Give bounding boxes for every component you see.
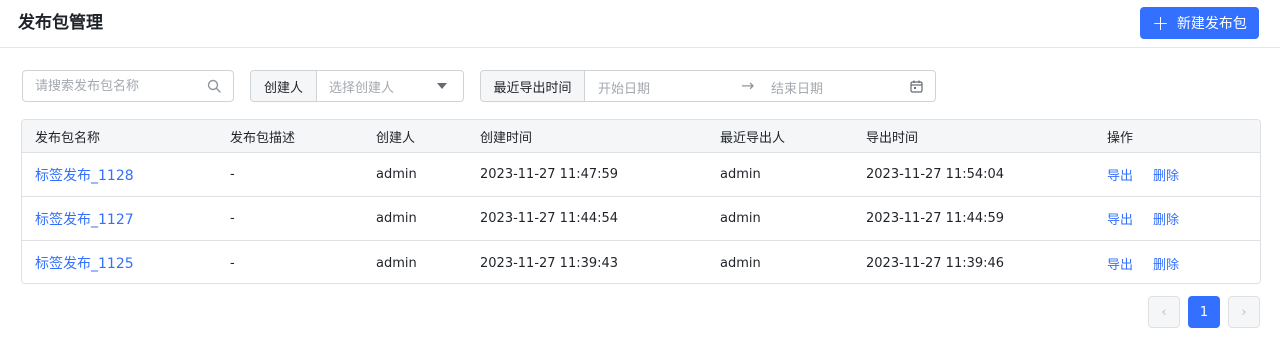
delete-action[interactable]: 删除 — [1153, 254, 1179, 273]
column-header-exported: 导出时间 — [866, 130, 919, 146]
package-name-link[interactable]: 标签发布_1127 — [35, 209, 134, 229]
date-range-picker[interactable]: 开始日期 → 结束日期 — [585, 71, 935, 101]
package-exporter: admin — [720, 211, 761, 226]
package-created-time: 2023-11-27 11:44:54 — [480, 211, 619, 226]
creator-select-placeholder: 选择创建人 — [329, 80, 395, 96]
column-header-desc: 发布包描述 — [230, 130, 296, 146]
arrow-right-icon: → — [741, 76, 755, 95]
create-package-button[interactable]: + 新建发布包 — [1140, 7, 1259, 39]
delete-action[interactable]: 删除 — [1153, 165, 1179, 184]
calendar-icon — [910, 80, 923, 93]
package-exported-time: 2023-11-27 11:39:46 — [866, 255, 1005, 271]
column-header-created: 创建时间 — [480, 130, 533, 146]
start-date-input[interactable]: 开始日期 — [598, 78, 650, 97]
package-name-link[interactable]: 标签发布_1125 — [35, 253, 134, 273]
search-input[interactable] — [23, 71, 203, 101]
table-row: 标签发布_1127 - admin 2023-11-27 11:44:54 ad… — [22, 197, 1260, 241]
column-header-actions: 操作 — [1107, 130, 1134, 146]
page-header: 发布包管理 + 新建发布包 — [0, 0, 1280, 48]
package-desc: - — [230, 255, 235, 271]
export-date-filter: 最近导出时间 开始日期 → 结束日期 — [480, 70, 936, 102]
column-header-name: 发布包名称 — [35, 130, 101, 146]
creator-filter: 创建人 选择创建人 — [250, 70, 464, 102]
export-action[interactable]: 导出 — [1107, 209, 1133, 228]
creator-filter-label: 创建人 — [251, 71, 317, 101]
package-created-time: 2023-11-27 11:47:59 — [480, 167, 619, 182]
package-exported-time: 2023-11-27 11:54:04 — [866, 167, 1005, 182]
package-creator: admin — [376, 167, 417, 182]
package-desc: - — [230, 211, 235, 226]
package-exporter: admin — [720, 255, 761, 271]
prev-page-button[interactable]: ‹ — [1148, 296, 1180, 328]
end-date-input[interactable]: 结束日期 — [771, 78, 823, 97]
plus-icon: + — [1152, 11, 1169, 35]
package-desc: - — [230, 167, 235, 182]
package-exporter: admin — [720, 167, 761, 182]
export-action[interactable]: 导出 — [1107, 254, 1133, 273]
table-row: 标签发布_1128 - admin 2023-11-27 11:47:59 ad… — [22, 153, 1260, 197]
package-exported-time: 2023-11-27 11:44:59 — [866, 211, 1005, 226]
package-table: 发布包名称 发布包描述 创建人 创建时间 最近导出人 导出时间 操作 标签发布_… — [21, 119, 1261, 284]
create-button-label: 新建发布包 — [1176, 16, 1247, 32]
caret-down-icon — [437, 83, 447, 89]
next-page-button[interactable]: › — [1228, 296, 1260, 328]
column-header-exporter: 最近导出人 — [720, 130, 786, 146]
date-filter-label: 最近导出时间 — [481, 71, 585, 101]
creator-select[interactable]: 选择创建人 — [317, 71, 463, 101]
package-creator: admin — [376, 255, 417, 271]
page-title: 发布包管理 — [18, 13, 103, 33]
page-1-button[interactable]: 1 — [1188, 296, 1220, 328]
table-row: 标签发布_1125 - admin 2023-11-27 11:39:43 ad… — [22, 241, 1260, 283]
delete-action[interactable]: 删除 — [1153, 209, 1179, 228]
export-action[interactable]: 导出 — [1107, 165, 1133, 184]
package-name-link[interactable]: 标签发布_1128 — [35, 165, 134, 185]
table-header: 发布包名称 发布包描述 创建人 创建时间 最近导出人 导出时间 操作 — [22, 120, 1260, 153]
search-box — [22, 70, 234, 102]
package-creator: admin — [376, 211, 417, 226]
package-created-time: 2023-11-27 11:39:43 — [480, 255, 619, 271]
search-icon[interactable] — [207, 79, 221, 93]
column-header-creator: 创建人 — [376, 130, 416, 146]
